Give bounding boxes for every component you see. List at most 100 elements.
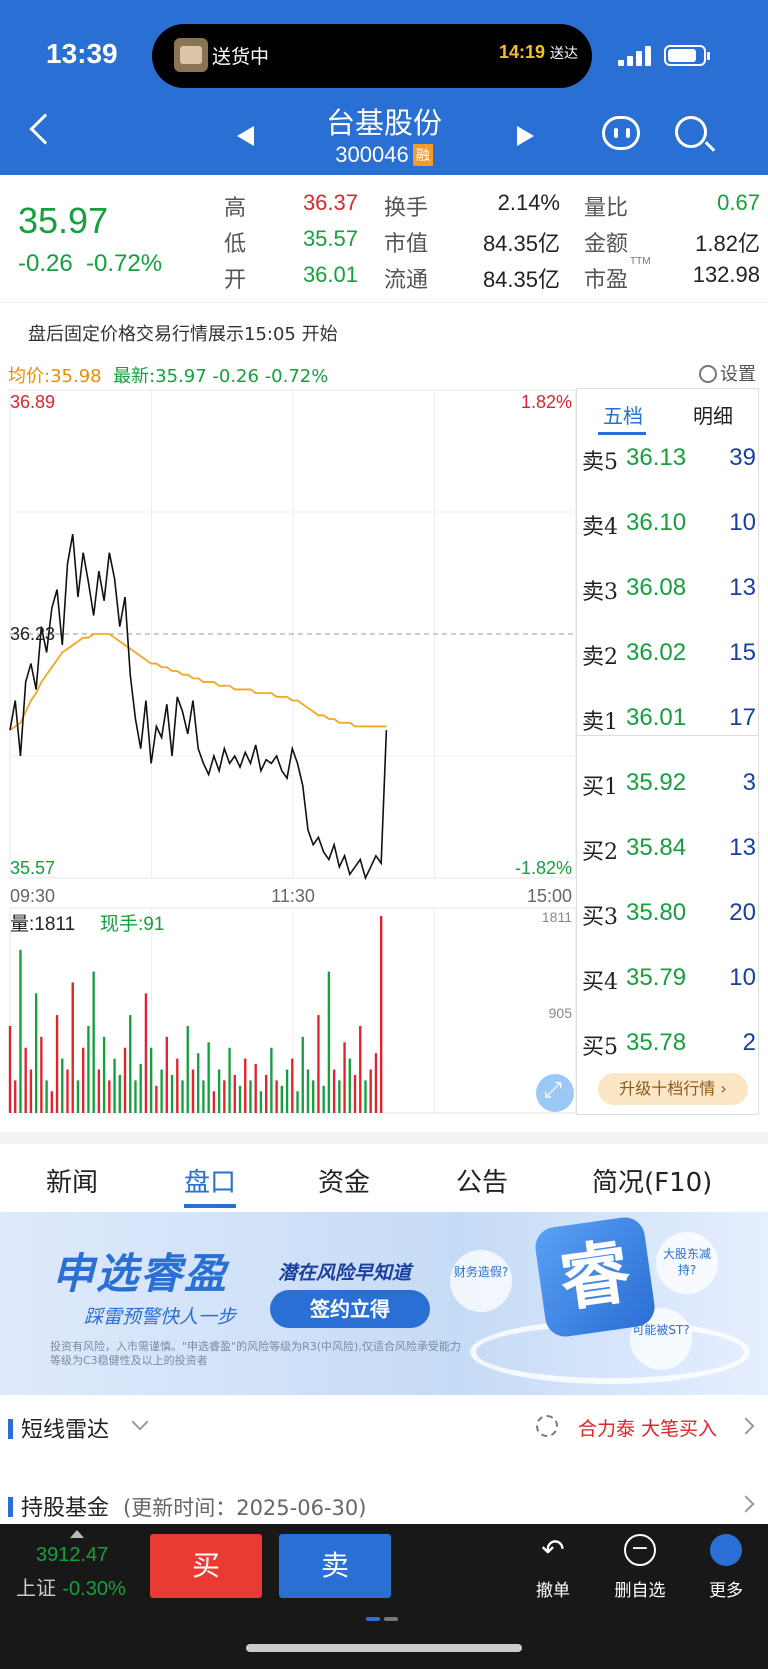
- volume-bar: [8, 1025, 12, 1113]
- gear-icon[interactable]: [536, 1415, 558, 1437]
- order-book: [576, 388, 759, 1115]
- volume-bar: [34, 993, 38, 1113]
- level-label: 卖4: [582, 515, 618, 540]
- volume-bar: [353, 1074, 357, 1113]
- stat-label: 流通: [384, 267, 429, 292]
- volume-bar: [108, 1080, 111, 1113]
- volume-bar: [291, 1058, 294, 1113]
- volume-bar: [197, 1053, 200, 1113]
- stat-label: 金额: [584, 231, 629, 256]
- volume-bar: [129, 1015, 132, 1113]
- search-icon[interactable]: [675, 116, 707, 148]
- fund-holdings-section[interactable]: 持股基金 (更新时间：2025-06-30): [8, 1490, 366, 1522]
- nav-tab[interactable]: 公告: [456, 1162, 508, 1199]
- index-expand-icon[interactable]: [70, 1530, 84, 1538]
- volume-bar: [40, 1036, 43, 1113]
- stat-value: 132.98: [692, 262, 760, 287]
- order-book-divider: [577, 735, 758, 736]
- stat-label: 开: [224, 267, 247, 292]
- level-volume: 10: [729, 509, 756, 536]
- chevron-right-icon[interactable]: [737, 1417, 755, 1435]
- buy-button[interactable]: 买: [150, 1534, 262, 1598]
- expand-icon[interactable]: [536, 1074, 574, 1112]
- volume-bar: [170, 1074, 174, 1113]
- y-mid-label: 36.23: [10, 624, 55, 644]
- level-price: 36.08: [626, 574, 687, 601]
- banner-logo: 睿: [532, 1214, 658, 1340]
- more-icon[interactable]: [710, 1534, 742, 1566]
- level-price: 36.02: [626, 639, 687, 666]
- level-volume: 20: [729, 899, 756, 926]
- nav-tab[interactable]: 新闻: [46, 1162, 98, 1199]
- index-info[interactable]: 上证 -0.30%: [16, 1572, 126, 1601]
- settings-button[interactable]: 设置: [699, 360, 756, 386]
- banner-cta-button[interactable]: 签约立得: [270, 1290, 430, 1328]
- stat-value: 84.35亿: [482, 231, 560, 256]
- intraday-chart[interactable]: 36.89 36.23 35.57 1.82% -1.82% 09:30 11:30 15:0…: [0, 388, 576, 1115]
- volume-bar: [149, 1047, 153, 1113]
- x-tick-label: 09:30: [10, 886, 55, 906]
- stat-label: 市值: [384, 231, 429, 256]
- volume-bar: [332, 1069, 336, 1113]
- volume-bar: [181, 1080, 184, 1113]
- level-label: 卖3: [582, 580, 618, 605]
- volume-bar: [186, 1025, 189, 1113]
- nav-tab[interactable]: 简况(F10): [592, 1162, 712, 1199]
- live-activity[interactable]: 送货中 14:19 送达: [152, 24, 592, 88]
- nav-tab[interactable]: 盘口: [184, 1162, 236, 1199]
- level-price: 35.78: [626, 1029, 687, 1056]
- cancel-order-button[interactable]: 撤单: [523, 1576, 583, 1601]
- level-volume: 15: [729, 639, 756, 666]
- radar-alert[interactable]: 合力泰 大笔买入: [578, 1414, 717, 1441]
- tab-five-levels[interactable]: 五档: [603, 400, 643, 429]
- last-price: 35.97: [18, 200, 109, 241]
- volume-bar: [160, 1069, 163, 1113]
- remove-watch-icon[interactable]: −: [624, 1534, 656, 1566]
- volume-bar: [275, 1080, 278, 1113]
- tab-details[interactable]: 明细: [693, 400, 733, 429]
- level-label: 买3: [582, 905, 618, 930]
- home-indicator[interactable]: [246, 1644, 522, 1652]
- margin-badge: 融: [412, 144, 433, 166]
- banner-tagline: 潜在风险早知道: [278, 1262, 412, 1284]
- level-label: 卖1: [582, 710, 618, 735]
- gear-icon: [699, 365, 717, 383]
- remove-watch-button[interactable]: 删自选: [610, 1576, 670, 1601]
- nav-tab[interactable]: 资金: [318, 1162, 370, 1199]
- volume-bar: [102, 1036, 106, 1113]
- volume-bar: [359, 1025, 362, 1113]
- stock-name: 台基股份: [325, 106, 442, 140]
- volume-bar: [228, 1047, 231, 1113]
- upgrade-button[interactable]: 升级十档行情 ›: [598, 1073, 748, 1105]
- stat-label: 市盈: [584, 267, 629, 292]
- level-price: 35.79: [626, 964, 687, 991]
- volume-bar: [55, 1015, 59, 1113]
- volume-bar: [306, 1069, 310, 1113]
- page-indicator: [366, 1606, 402, 1625]
- level-volume: 3: [742, 769, 756, 796]
- stat-label: 高: [224, 195, 247, 220]
- volume-bar: [202, 1080, 205, 1113]
- undo-icon[interactable]: ↶: [537, 1534, 569, 1566]
- stat-value: 0.67: [717, 190, 760, 215]
- level-price: 36.01: [626, 704, 687, 731]
- chevron-down-icon[interactable]: [131, 1413, 149, 1431]
- stat-value: 2.14%: [497, 190, 560, 215]
- signal-icon: [618, 46, 652, 66]
- level-volume: 13: [729, 834, 756, 861]
- sell-button[interactable]: 卖: [279, 1534, 391, 1598]
- stat-value: 84.35亿: [482, 267, 560, 292]
- x-tick-label: 11:30: [271, 886, 315, 906]
- avg-latest-line: 均价:35.98 最新:35.97 -0.26 -0.72%: [8, 366, 329, 387]
- volume-bar: [322, 1085, 325, 1113]
- short-radar-section[interactable]: 短线雷达: [8, 1412, 109, 1444]
- volume-bar: [176, 1058, 179, 1113]
- volume-bar: [379, 916, 383, 1113]
- assistant-icon[interactable]: [602, 116, 640, 150]
- nav-tab-underline: [184, 1204, 236, 1208]
- chevron-right-icon[interactable]: [737, 1495, 755, 1513]
- more-button[interactable]: 更多: [696, 1576, 756, 1601]
- volume-bar: [165, 1036, 169, 1113]
- volume-bar: [264, 1074, 268, 1113]
- volume-bar: [343, 1042, 346, 1113]
